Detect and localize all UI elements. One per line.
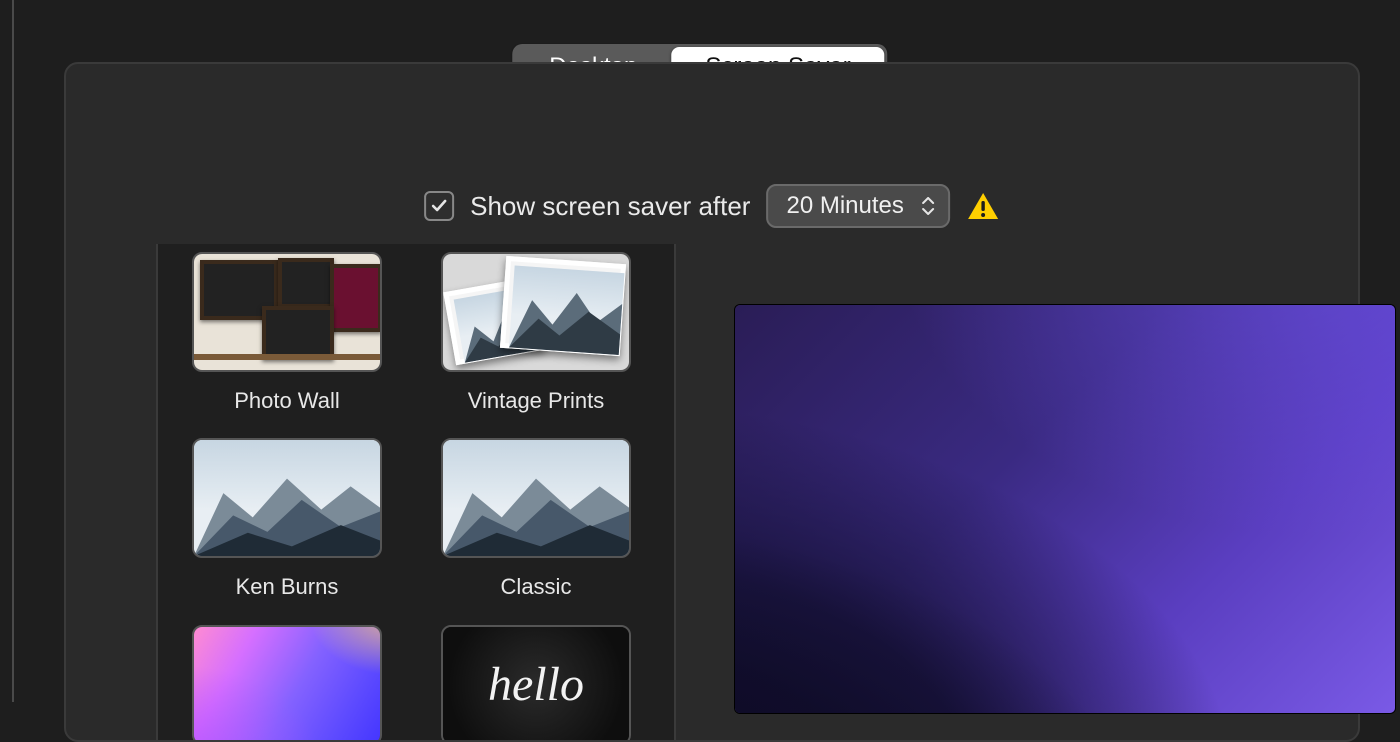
show-after-checkbox[interactable] bbox=[424, 191, 454, 221]
saver-item-ken-burns[interactable]: Ken Burns bbox=[192, 438, 382, 604]
saver-preview bbox=[734, 304, 1396, 714]
saver-thumb-photo-wall bbox=[192, 252, 382, 372]
saver-list: Photo Wall bbox=[156, 244, 676, 740]
saver-label: Ken Burns bbox=[222, 570, 353, 604]
saver-label: Photo Wall bbox=[220, 384, 354, 418]
saver-item-monterey[interactable]: Monterey bbox=[192, 625, 382, 740]
warning-icon bbox=[966, 191, 1000, 221]
saver-item-photo-wall[interactable]: Photo Wall bbox=[192, 252, 382, 418]
checkmark-icon bbox=[430, 197, 448, 215]
delay-popup-value: 20 Minutes bbox=[786, 192, 903, 220]
saver-thumb-ken-burns bbox=[192, 438, 382, 558]
saver-item-classic[interactable]: Classic bbox=[441, 438, 631, 604]
delay-popup[interactable]: 20 Minutes bbox=[766, 184, 949, 228]
show-after-label: Show screen saver after bbox=[470, 191, 750, 222]
hello-word: hello bbox=[443, 627, 629, 740]
stepper-icon bbox=[918, 194, 938, 218]
saver-thumb-hello: hello bbox=[441, 625, 631, 740]
saver-thumb-vintage-prints bbox=[441, 252, 631, 372]
preferences-panel: Show screen saver after 20 Minutes bbox=[64, 62, 1360, 742]
saver-item-vintage-prints[interactable]: Vintage Prints bbox=[441, 252, 631, 418]
saver-item-hello[interactable]: hello Hello bbox=[441, 625, 631, 740]
show-after-row: Show screen saver after 20 Minutes bbox=[424, 184, 1000, 228]
saver-thumb-monterey bbox=[192, 625, 382, 740]
window-left-divider bbox=[12, 0, 14, 702]
saver-label: Vintage Prints bbox=[454, 384, 619, 418]
saver-label: Classic bbox=[487, 570, 586, 604]
saver-thumb-classic bbox=[441, 438, 631, 558]
